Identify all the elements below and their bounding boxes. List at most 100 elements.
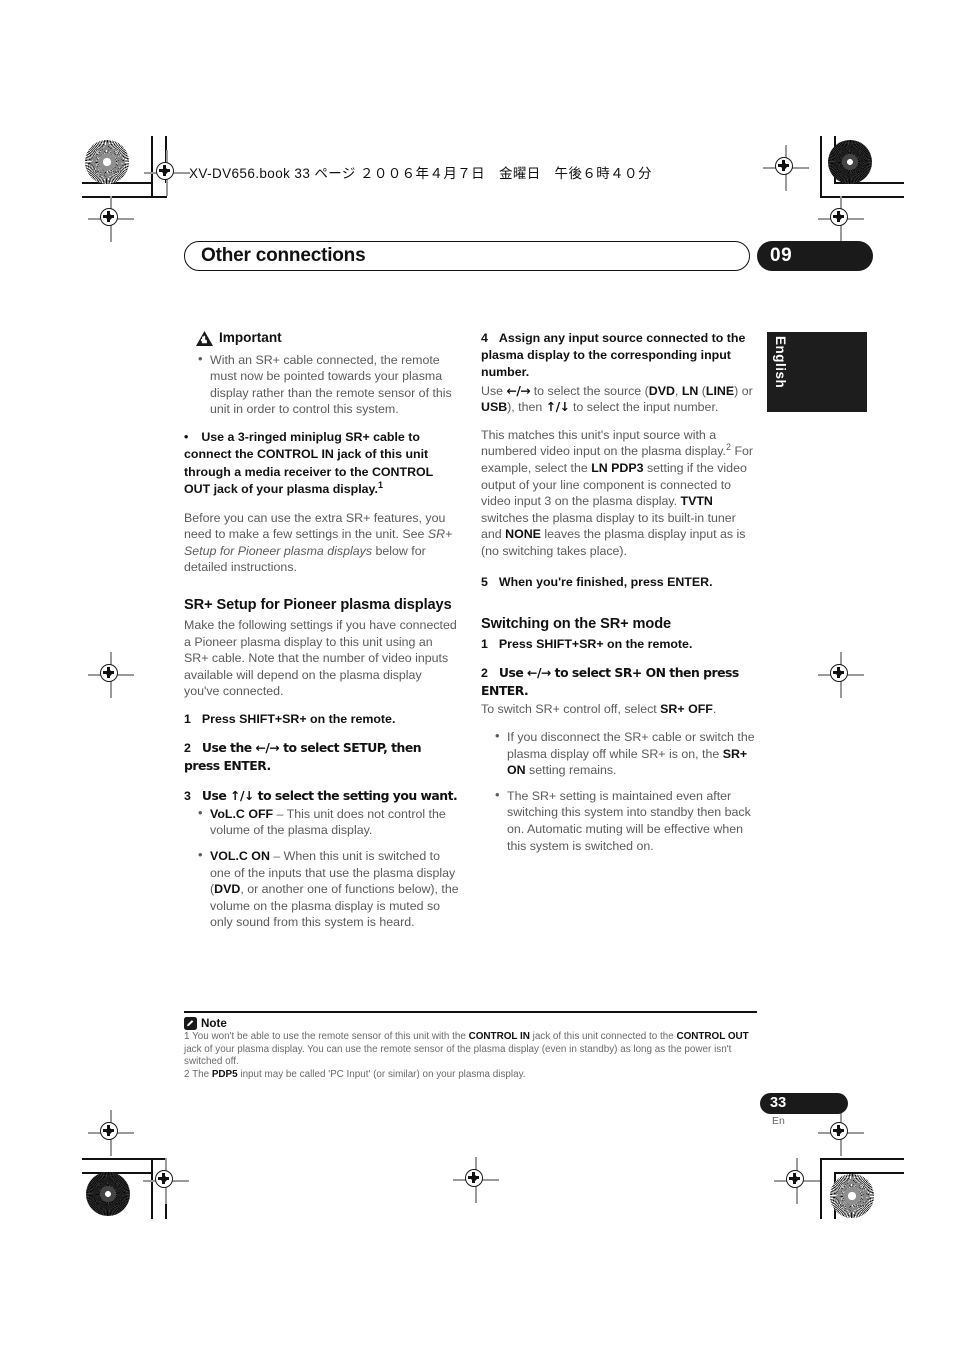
language-tab-label: English xyxy=(773,336,788,389)
registration-crosshair-icon xyxy=(453,1157,499,1203)
step-1: 1 Press SHIFT+SR+ on the remote. xyxy=(184,711,460,728)
registration-crosshair-icon xyxy=(88,1110,134,1156)
section-intro-paragraph: Make the following settings if you have … xyxy=(184,617,457,699)
registration-starburst-icon xyxy=(830,1174,874,1218)
switch-step-2-followup: To switch SR+ control off, select SR+ OF… xyxy=(481,701,757,718)
step-5: 5 When you're finished, press ENTER. xyxy=(481,574,757,591)
footnote-1-a: You won't be able to use the remote sens… xyxy=(189,1031,469,1042)
source-usb: USB xyxy=(481,400,508,415)
list-item: With an SR+ cable connected, the remote … xyxy=(198,351,460,418)
setting-ln-pdp3: LN PDP3 xyxy=(591,460,644,475)
explanation-a: This matches this unit's input source wi… xyxy=(481,427,726,459)
footnote-1-b: jack of this unit connected to the xyxy=(529,1031,677,1042)
body-text-2: to select the source ( xyxy=(530,383,649,398)
list-item-sr-note-2: The SR+ setting is maintained even after… xyxy=(495,787,757,854)
registration-crosshair-icon xyxy=(88,196,134,242)
step-number: 4 xyxy=(481,331,488,345)
important-bullet-list: With an SR+ cable connected, the remote … xyxy=(184,351,460,418)
book-date-line: XV-DV656.book 33 ページ ２００６年４月７日 金曜日 午後６時４… xyxy=(189,166,652,181)
footnote-2-a: The xyxy=(189,1068,212,1080)
registration-crosshair-icon xyxy=(88,652,134,698)
step-text: Use ↑/↓ to select the setting you want. xyxy=(201,787,458,803)
registration-crosshair-icon xyxy=(818,652,864,698)
warning-triangle-icon xyxy=(196,330,213,346)
registration-starburst-icon xyxy=(85,140,129,184)
body-text-6: ), then xyxy=(507,400,546,415)
page-title: Other connections xyxy=(201,245,366,266)
step-number: 2 xyxy=(184,741,191,756)
footnote-1-c: jack of your plasma display. You can use… xyxy=(184,1043,732,1068)
pencil-note-icon xyxy=(184,1017,197,1030)
followup-a: To switch SR+ control off, select xyxy=(481,702,661,717)
footnote-1-control-in: CONTROL IN xyxy=(468,1031,530,1042)
registration-starburst-icon xyxy=(86,1172,130,1216)
note-label: Note xyxy=(201,1017,227,1030)
section-heading-sr-setup: SR+ Setup for Pioneer plasma displays xyxy=(184,596,452,613)
step-text: Use the ←/→ to select SETUP, then press … xyxy=(184,740,422,774)
chapter-number: 09 xyxy=(770,245,793,266)
bold-bullet-text: Use a 3-ringed miniplug SR+ cable to con… xyxy=(184,429,434,497)
step-number: 3 xyxy=(184,788,191,803)
footnote-2-b: input may be called 'PC Input' (or simil… xyxy=(237,1068,526,1080)
right-column: 4 Assign any input source connected to th… xyxy=(481,330,757,865)
left-column: Important With an SR+ cable connected, t… xyxy=(184,330,460,942)
option-label-volc-on: VOL.C ON xyxy=(210,848,270,863)
registration-starburst-icon xyxy=(828,140,872,184)
important-label: Important xyxy=(219,330,282,345)
note-text-b: setting remains. xyxy=(525,763,617,778)
page-language-code: En xyxy=(772,1115,785,1127)
body-text-1: Use xyxy=(481,383,507,398)
footnote-1-control-out: CONTROL OUT xyxy=(676,1031,749,1042)
step-4: 4 Assign any input source connected to th… xyxy=(481,330,757,382)
step-4-explanation: This matches this unit's input source wi… xyxy=(481,427,757,560)
note-text-a: If you disconnect the SR+ cable or switc… xyxy=(507,729,755,761)
setting-options-list: VoL.C OFF – This unit does not control t… xyxy=(184,805,460,931)
step-number: 1 xyxy=(184,711,191,726)
switch-step-2: 2 Use ←/→ to select SR+ ON then press ENT… xyxy=(481,664,757,700)
important-heading: Important xyxy=(196,330,460,347)
step-text: Press SHIFT+SR+ on the remote. xyxy=(498,636,693,651)
followup-b: . xyxy=(712,702,717,717)
step-3: 3 Use ↑/↓ to select the setting you want. xyxy=(184,787,460,805)
crop-mark-line xyxy=(820,136,822,197)
list-item-volc-on: VOL.C ON – When this unit is switched to… xyxy=(198,847,460,931)
note-text-a: The SR+ setting is maintained even after… xyxy=(507,788,751,853)
registration-crosshair-icon xyxy=(763,145,809,191)
footnote-2-pdp5: PDP5 xyxy=(211,1068,238,1080)
page-number: 33 xyxy=(770,1095,787,1111)
source-dvd: DVD xyxy=(648,383,675,398)
followup-text-1: Before you can use the extra SR+ feature… xyxy=(184,510,446,542)
registration-crosshair-icon xyxy=(144,150,190,196)
crop-mark-line xyxy=(82,182,152,184)
body-text-7: to select the input number. xyxy=(569,400,719,415)
crop-mark-line xyxy=(820,1158,904,1160)
step-number: 1 xyxy=(481,636,488,651)
step-text: Use ←/→ to select SR+ ON then press ENTE… xyxy=(481,664,739,699)
setting-tvtn: TVTN xyxy=(680,494,713,509)
list-item-sr-note-1: If you disconnect the SR+ cable or switc… xyxy=(495,728,757,779)
footnote-ref-1: 1 xyxy=(377,480,383,491)
step-text: When you're finished, press ENTER. xyxy=(498,574,713,589)
source-line: LINE xyxy=(705,383,735,398)
language-tab: English xyxy=(767,332,867,412)
bold-bullet-followup: Before you can use the extra SR+ feature… xyxy=(184,510,460,576)
registration-crosshair-icon xyxy=(774,1158,820,1204)
source-ln: LN xyxy=(681,383,699,398)
step-number: 2 xyxy=(481,665,488,680)
list-item-volc-off: VoL.C OFF – This unit does not control t… xyxy=(198,805,460,839)
step-4-body: Use ←/→ to select the source (DVD, LN (L… xyxy=(481,383,757,416)
switch-step-1: 1 Press SHIFT+SR+ on the remote. xyxy=(481,636,757,653)
body-text-3: , xyxy=(674,383,682,398)
setting-none: NONE xyxy=(505,527,541,542)
option-label-volc-off: VoL.C OFF xyxy=(210,806,274,821)
arrow-up-down-icon: ↑/↓ xyxy=(545,399,570,415)
registration-crosshair-icon xyxy=(143,1158,189,1204)
setting-sr-off: SR+ OFF xyxy=(660,702,713,717)
footnote-1: 1 You won't be able to use the remote se… xyxy=(184,1031,759,1069)
footnote-list: 1 You won't be able to use the remote se… xyxy=(184,1031,759,1081)
body-text-5: ) or xyxy=(734,383,753,398)
footnote-2: 2 The PDP5 input may be called 'PC Input… xyxy=(184,1069,759,1082)
bullet-dot: • xyxy=(184,429,189,444)
option-desc-b: , or another one of functions below), th… xyxy=(210,882,459,930)
note-heading: Note xyxy=(184,1017,227,1030)
